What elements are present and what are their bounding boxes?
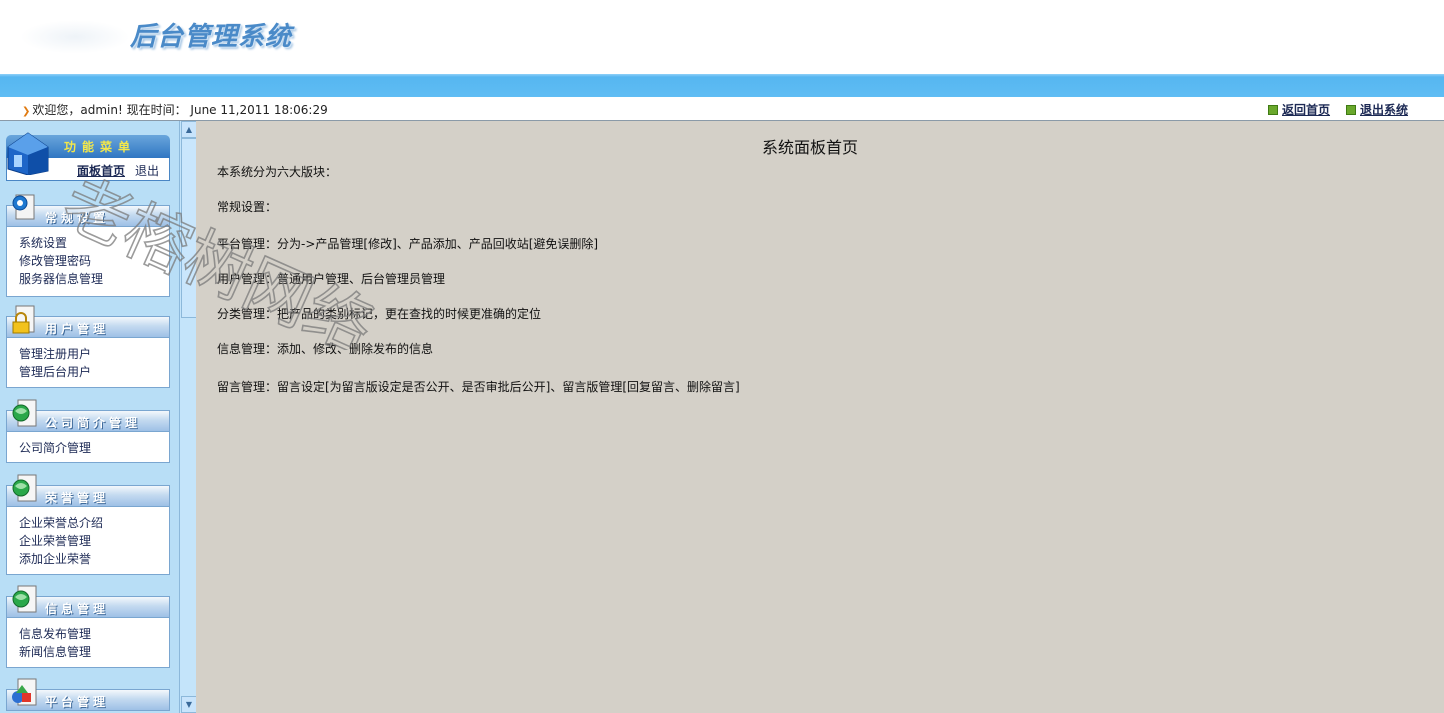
page-title: 系统面板首页 [762, 138, 859, 157]
house-icon [7, 132, 49, 175]
back-home-link[interactable]: 返回首页 [1268, 101, 1330, 118]
content-line-message: 留言管理：留言设定[为留言版设定是否公开、是否审批后公开]、留言版管理[回复留言… [217, 380, 740, 394]
menu-item-news-info[interactable]: 新闻信息管理 [19, 643, 91, 660]
menu-item-server-info[interactable]: 服务器信息管理 [19, 270, 103, 287]
group-title: 荣誉管理 [45, 491, 110, 505]
menu-item-info-publish[interactable]: 信息发布管理 [19, 625, 91, 642]
menu-item-honor-add[interactable]: 添加企业荣誉 [19, 550, 91, 567]
group-body: 信息发布管理 新闻信息管理 [6, 618, 170, 668]
menu-item-company-profile[interactable]: 公司简介管理 [19, 439, 91, 456]
group-title: 平台管理 [45, 695, 110, 709]
status-bar: ❯ 欢迎您，admin! 现在时间： June 11,2011 18:06:29 … [0, 97, 1444, 121]
menu-item-honor-manage[interactable]: 企业荣誉管理 [19, 532, 91, 549]
welcome-text: 欢迎您，admin! 现在时间： June 11,2011 18:06:29 [32, 103, 328, 117]
scroll-thumb[interactable] [181, 138, 197, 318]
menu-item-change-password[interactable]: 修改管理密码 [19, 252, 91, 269]
group-title: 常规设置 [45, 211, 110, 225]
content-line-category: 分类管理：把产品的类别标记，更在查找的时候更准确的定位 [217, 307, 542, 321]
group-body: 管理注册用户 管理后台用户 [6, 338, 170, 388]
arrow-box-icon [1346, 104, 1356, 115]
content-line-platform: 平台管理：分为->产品管理[修改]、产品添加、产品回收站[避免误删除] [217, 237, 599, 251]
globe-doc-icon [12, 474, 37, 502]
main-panel: 系统面板首页 本系统分为六大版块： 常规设置： 平台管理：分为->产品管理[修改… [196, 121, 1444, 713]
content-line-users: 用户管理：普通用户管理、后台管理员管理 [217, 272, 446, 286]
gear-doc-icon [12, 194, 35, 220]
scroll-up-button[interactable]: ▲ [181, 121, 197, 138]
logo: 后台管理系统 [130, 22, 293, 52]
arrow-icon: ❯ [22, 106, 31, 117]
group-title: 信息管理 [45, 602, 110, 616]
scroll-down-button[interactable]: ▼ [181, 696, 197, 713]
welcome-text-wrap: ❯ 欢迎您，admin! 现在时间： June 11,2011 18:06:29 [22, 101, 328, 118]
panel-home-link[interactable]: 面板首页 [77, 162, 125, 179]
header: 后台管理系统 [0, 0, 1444, 74]
group-title: 公司简介管理 [45, 416, 142, 430]
sidebar: 功能菜单 面板首页 退出 常规设置 系统设置 修改管理密码 服务器信息管理 用户… [0, 121, 179, 713]
globe-doc-icon [12, 585, 37, 613]
menu-item-honor-intro[interactable]: 企业荣誉总介绍 [19, 514, 103, 531]
content-line-info: 信息管理：添加、修改、删除发布的信息 [217, 342, 434, 356]
group-body: 系统设置 修改管理密码 服务器信息管理 [6, 227, 170, 297]
menu-title: 功能菜单 [64, 140, 137, 154]
content-line-general: 常规设置： [217, 200, 278, 214]
menu-logout-link[interactable]: 退出 [135, 162, 159, 179]
group-title: 用户管理 [45, 322, 110, 336]
logout-link[interactable]: 退出系统 [1346, 101, 1408, 118]
globe-doc-icon [12, 399, 37, 427]
back-home-label: 返回首页 [1282, 103, 1331, 117]
group-body: 公司简介管理 [6, 432, 170, 463]
content-line-intro: 本系统分为六大版块： [217, 165, 338, 179]
logo-glow [20, 20, 130, 54]
logout-label: 退出系统 [1360, 103, 1409, 117]
sidebar-scrollbar[interactable]: ▲ ▼ [179, 121, 197, 713]
header-band [0, 74, 1444, 97]
menu-item-registered-users[interactable]: 管理注册用户 [19, 345, 91, 362]
arrow-box-icon [1268, 104, 1278, 115]
lock-doc-icon [12, 305, 35, 334]
menu-item-backend-users[interactable]: 管理后台用户 [19, 363, 91, 380]
menu-item-system-settings[interactable]: 系统设置 [19, 234, 67, 251]
group-body: 企业荣誉总介绍 企业荣誉管理 添加企业荣誉 [6, 507, 170, 575]
shapes-doc-icon [12, 678, 37, 706]
